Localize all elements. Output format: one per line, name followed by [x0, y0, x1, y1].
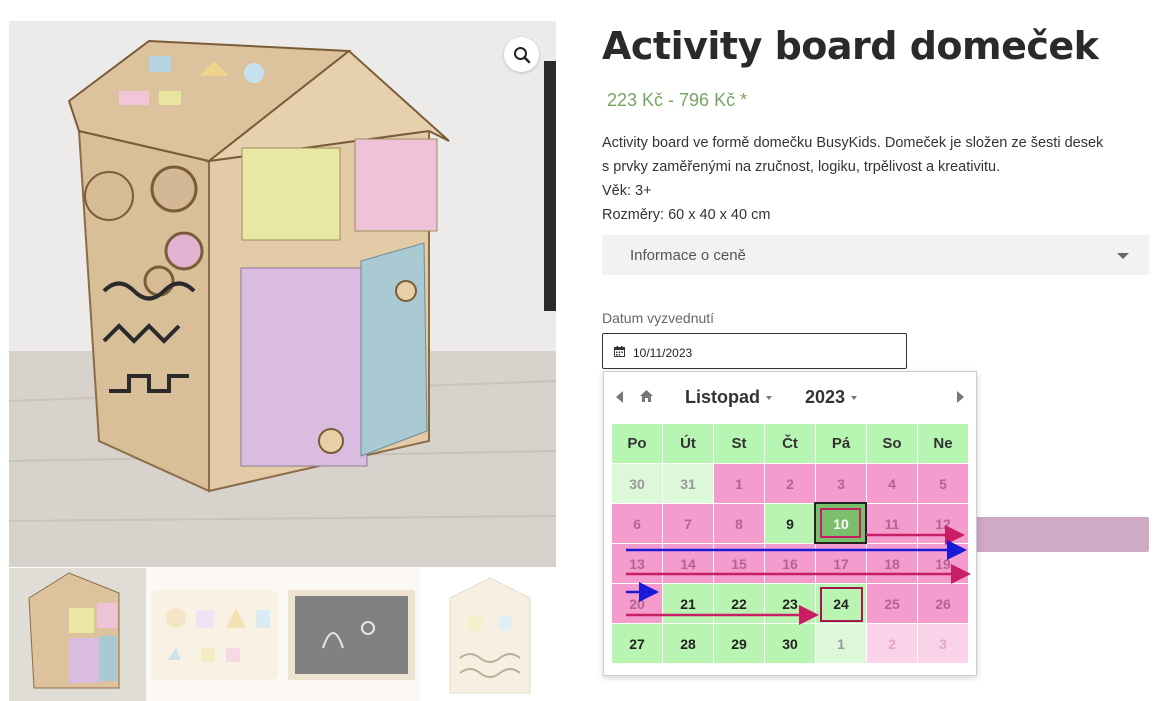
- calendar-day-blocked: 4: [867, 464, 917, 503]
- calendar-day-blocked: 18: [867, 544, 917, 583]
- calendar-day-blocked: 19: [918, 544, 968, 583]
- calendar-day-blocked: 16: [765, 544, 815, 583]
- calendar-day-avail[interactable]: 9: [765, 504, 815, 543]
- zoom-icon: [513, 46, 530, 63]
- calendar-day-blocked: 3: [816, 464, 866, 503]
- calendar-day-avail[interactable]: 28: [663, 624, 713, 663]
- product-title: Activity board domeček: [602, 24, 1099, 68]
- calendar-day-avail[interactable]: 24: [816, 584, 866, 623]
- calendar-day-blocked: 2: [765, 464, 815, 503]
- home-icon[interactable]: [639, 389, 654, 403]
- calendar-day-selected[interactable]: 10: [816, 504, 866, 543]
- pickup-date-label: Datum vyzvednutí: [602, 310, 715, 326]
- prev-month-icon[interactable]: [616, 391, 623, 403]
- thumbnail-chalkboard-image: [288, 590, 415, 680]
- product-price: 223 Kč - 796 Kč *: [607, 90, 748, 110]
- thumbnail-shapes-image: [151, 590, 278, 680]
- calendar-day-other-pink: 2: [867, 624, 917, 663]
- calendar-day-avail[interactable]: 22: [714, 584, 764, 623]
- weekday-header: St: [714, 424, 764, 463]
- activity-house-illustration: [9, 21, 556, 567]
- year-label: 2023: [805, 387, 846, 407]
- thumbnail-1[interactable]: [9, 568, 146, 701]
- price-info-accordion[interactable]: Informace o ceně: [602, 235, 1149, 275]
- month-label: Listopad: [685, 387, 760, 407]
- datepicker-popup: Listopad 2023 Po Út St Čt Pá So Ne 30 31 1 2 3 4 5 6 7 8…: [603, 371, 977, 676]
- calendar-day-blocked: 20: [612, 584, 662, 623]
- thumbnail-board-image: [449, 577, 531, 694]
- next-month-icon[interactable]: [957, 391, 964, 403]
- month-select[interactable]: Listopad: [685, 387, 772, 408]
- product-description: Activity board ve formě domečku BusyKids…: [602, 131, 1157, 227]
- calendar-day-blocked: 14: [663, 544, 713, 583]
- weekday-header: Pá: [816, 424, 866, 463]
- dropdown-caret-icon: [1117, 253, 1129, 259]
- thumbnail-house-image: [28, 572, 120, 689]
- thumbnail-3[interactable]: [283, 568, 420, 701]
- calendar-icon: [614, 346, 625, 357]
- calendar-day-blocked: 6: [612, 504, 662, 543]
- weekday-header: Ne: [918, 424, 968, 463]
- calendar-day-blocked: 13: [612, 544, 662, 583]
- calendar-day-other-green: 30: [612, 464, 662, 503]
- pickup-date-value: 10/11/2023: [633, 346, 693, 360]
- calendar-day-blocked: 26: [918, 584, 968, 623]
- calendar-day-avail[interactable]: 29: [714, 624, 764, 663]
- thumbnail-2[interactable]: [146, 568, 283, 701]
- calendar-day-blocked: 15: [714, 544, 764, 583]
- dropdown-caret-icon: [851, 396, 858, 401]
- weekday-header: Čt: [765, 424, 815, 463]
- thumbnail-strip: [9, 568, 556, 701]
- year-select[interactable]: 2023: [805, 387, 858, 408]
- pickup-date-input[interactable]: 10/11/2023: [602, 333, 907, 369]
- calendar-day-blocked: 7: [663, 504, 713, 543]
- zoom-button[interactable]: [504, 37, 539, 72]
- product-main-image[interactable]: [9, 21, 556, 567]
- description-line: Věk: 3+: [602, 183, 652, 199]
- description-line: Rozměry: 60 x 40 x 40 cm: [602, 207, 771, 223]
- calendar-day-blocked: 25: [867, 584, 917, 623]
- calendar-day-other-green: 1: [816, 624, 866, 663]
- calendar-day-avail[interactable]: 21: [663, 584, 713, 623]
- thumbnail-4[interactable]: [420, 568, 556, 701]
- add-to-cart-button[interactable]: [975, 517, 1149, 552]
- calendar-day-other-green: 31: [663, 464, 713, 503]
- calendar-day-blocked: 8: [714, 504, 764, 543]
- description-line: s prvky zaměřenými na zručnost, logiku, …: [602, 159, 1001, 175]
- calendar-day-avail[interactable]: 27: [612, 624, 662, 663]
- calendar-day-other-pink: 3: [918, 624, 968, 663]
- calendar-day-blocked: 12: [918, 504, 968, 543]
- calendar-day-blocked: 5: [918, 464, 968, 503]
- weekday-header: Út: [663, 424, 713, 463]
- dropdown-caret-icon: [766, 396, 772, 401]
- accordion-label: Informace o ceně: [630, 247, 746, 264]
- weekday-header: So: [867, 424, 917, 463]
- calendar-day-avail[interactable]: 30: [765, 624, 815, 663]
- calendar-day-blocked: 11: [867, 504, 917, 543]
- description-line: Activity board ve formě domečku BusyKids…: [602, 135, 1104, 151]
- calendar-day-avail[interactable]: 23: [765, 584, 815, 623]
- calendar-day-blocked: 1: [714, 464, 764, 503]
- weekday-header: Po: [612, 424, 662, 463]
- calendar-day-blocked: 17: [816, 544, 866, 583]
